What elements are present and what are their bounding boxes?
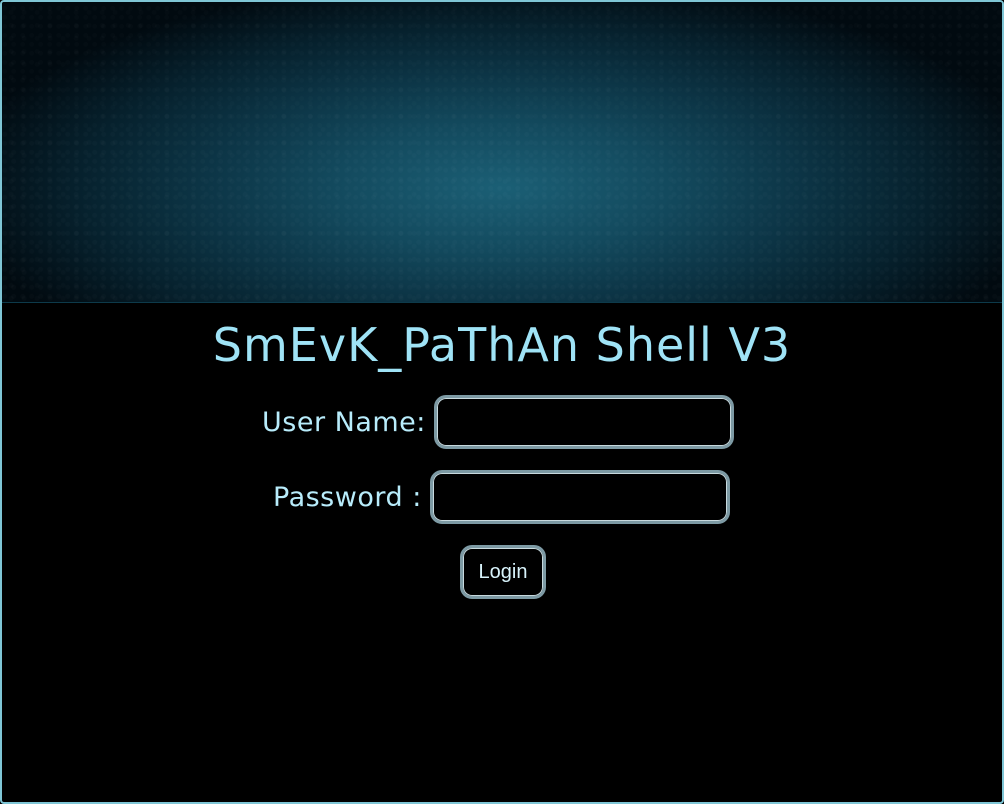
login-button[interactable]: Login — [460, 545, 546, 599]
username-input[interactable] — [433, 395, 734, 449]
page-title: SmEvK_PaThAn Shell V3 — [212, 318, 792, 372]
username-label: User Name: — [262, 406, 426, 438]
page-frame: SmEvK_PaThAn Shell V3 User Name: Passwor… — [0, 0, 1004, 804]
password-row: Password : — [273, 470, 730, 524]
password-label: Password : — [273, 481, 422, 513]
password-input[interactable] — [429, 470, 730, 524]
header-banner-image — [2, 2, 1002, 303]
username-row: User Name: — [262, 395, 734, 449]
banner-texture — [2, 2, 1002, 302]
